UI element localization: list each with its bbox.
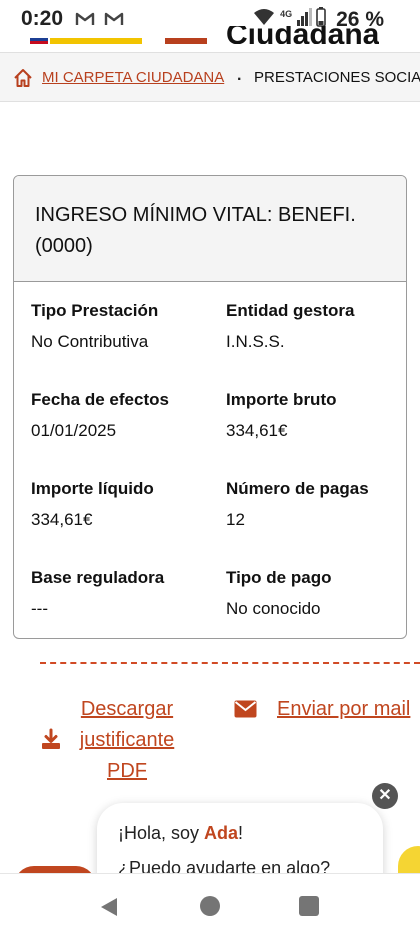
envelope-icon: [234, 700, 257, 718]
download-pdf-link[interactable]: Descargar justificante PDF: [68, 694, 186, 787]
benefit-card: INGRESO MÍNIMO VITAL: BENEFI. (0000) Tip…: [13, 175, 407, 639]
field-base-reguladora: Base reguladora ---: [31, 567, 211, 620]
field-label: Número de pagas: [226, 479, 369, 498]
field-label: Importe bruto: [226, 390, 337, 409]
field-numero-pagas: Número de pagas 12: [226, 478, 406, 531]
chat-greeting: ¡Hola, soy Ada!: [118, 823, 244, 843]
gmail-icon: [75, 11, 95, 31]
field-label: Base reguladora: [31, 568, 165, 587]
site-logo-mark: [165, 38, 207, 44]
field-label: Tipo de pago: [226, 568, 332, 587]
assistant-name: Ada: [204, 823, 239, 843]
field-value: No conocido: [226, 599, 321, 618]
field-value: No Contributiva: [31, 332, 149, 351]
status-time: 0:20: [21, 7, 64, 30]
field-fecha-efectos: Fecha de efectos 01/01/2025: [31, 389, 211, 442]
back-icon[interactable]: [98, 896, 120, 918]
spain-flag-logo: [30, 38, 142, 44]
dashed-divider: [40, 662, 420, 664]
card-title: INGRESO MÍNIMO VITAL: BENEFI. (0000): [35, 204, 356, 257]
breadcrumb: MI CARPETA CIUDADANA . PRESTACIONES SOCI…: [0, 52, 420, 102]
field-value: ---: [31, 599, 48, 618]
field-value: 01/01/2025: [31, 421, 117, 440]
home-icon[interactable]: [13, 68, 33, 88]
field-label: Tipo Prestación: [31, 301, 159, 320]
gmail-icon: [104, 11, 124, 31]
send-mail-link[interactable]: Enviar por mail: [277, 694, 410, 725]
field-tipo-prestacion: Tipo Prestación No Contributiva: [31, 300, 211, 353]
field-label: Fecha de efectos: [31, 390, 169, 409]
recent-apps-icon[interactable]: [299, 896, 319, 916]
close-icon[interactable]: ✕: [372, 783, 398, 809]
field-importe-bruto: Importe bruto 334,61€: [226, 389, 406, 442]
network-badge: 4G: [280, 8, 293, 19]
field-label: Entidad gestora: [226, 301, 355, 320]
send-mail-button[interactable]: Enviar por mail: [234, 694, 420, 726]
android-nav-bar: [0, 873, 420, 936]
home-button-icon[interactable]: [200, 896, 220, 916]
card-header: INGRESO MÍNIMO VITAL: BENEFI. (0000): [14, 176, 406, 282]
field-entidad-gestora: Entidad gestora I.N.S.S.: [226, 300, 406, 353]
breadcrumb-current: PRESTACIONES SOCIALES: [254, 69, 420, 86]
breadcrumb-separator: .: [237, 67, 242, 84]
field-importe-liquido: Importe líquido 334,61€: [31, 478, 211, 531]
download-icon: [40, 728, 62, 750]
site-logo-text: Ciudadana: [226, 26, 380, 44]
field-value: 12: [226, 510, 245, 529]
breadcrumb-link-mi-carpeta[interactable]: MI CARPETA CIUDADANA: [42, 69, 224, 86]
download-pdf-button[interactable]: Descargar justificante PDF: [40, 694, 190, 790]
field-tipo-pago: Tipo de pago No conocido: [226, 567, 406, 620]
field-value: 334,61€: [226, 421, 288, 440]
field-label: Importe líquido: [31, 479, 154, 498]
field-value: I.N.S.S.: [226, 332, 285, 351]
field-value: 334,61€: [31, 510, 93, 529]
